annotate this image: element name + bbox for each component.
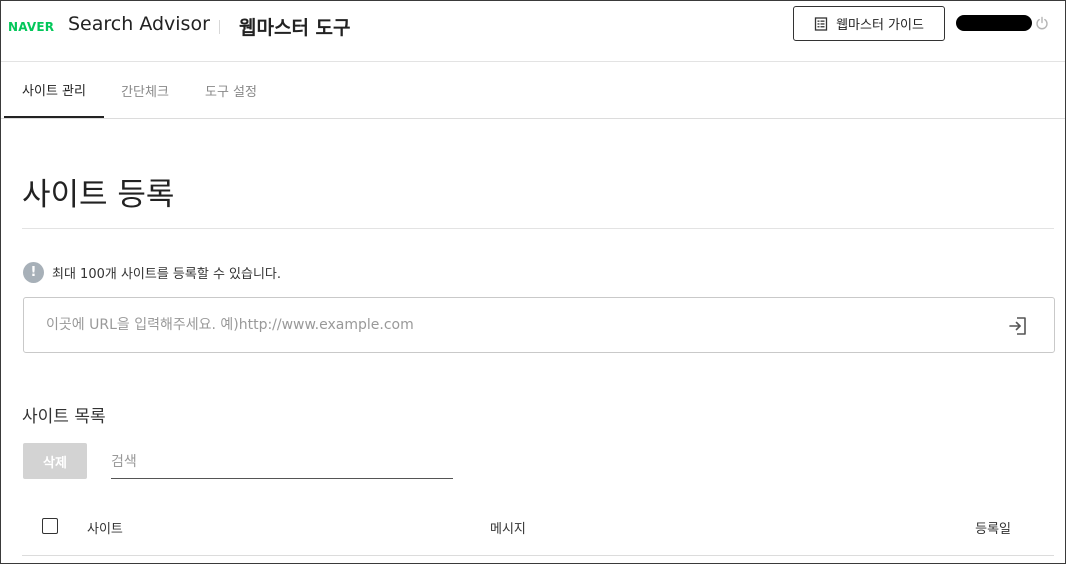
column-header-message: 메시지 bbox=[490, 522, 526, 537]
main-tabs: 사이트 관리 간단체크 도구 설정 bbox=[1, 62, 1065, 119]
section-divider bbox=[22, 228, 1054, 229]
tab-site-management[interactable]: 사이트 관리 bbox=[4, 62, 104, 118]
site-limit-notice: ! 최대 100개 사이트를 등록할 수 있습니다. bbox=[23, 262, 281, 283]
document-list-icon bbox=[814, 16, 828, 31]
top-header: NAVER Search Advisor 웹마스터 도구 웹마스터 가이드 bbox=[1, 1, 1065, 62]
page-title: 사이트 등록 bbox=[22, 177, 175, 213]
search-input[interactable] bbox=[111, 445, 453, 479]
url-input[interactable] bbox=[46, 298, 986, 352]
service-name[interactable]: Search Advisor bbox=[68, 13, 210, 35]
header-divider bbox=[219, 20, 220, 34]
user-account-name-redacted[interactable] bbox=[956, 15, 1032, 31]
tab-simple-check[interactable]: 간단체크 bbox=[104, 62, 186, 118]
webmaster-tools-window: NAVER Search Advisor 웹마스터 도구 웹마스터 가이드 사이… bbox=[0, 0, 1066, 564]
page-subtitle[interactable]: 웹마스터 도구 bbox=[239, 13, 351, 40]
naver-logo[interactable]: NAVER bbox=[8, 20, 54, 34]
column-header-registered-date: 등록일 bbox=[975, 522, 1011, 537]
enter-submit-icon[interactable] bbox=[1007, 315, 1029, 337]
info-icon: ! bbox=[23, 262, 44, 283]
tab-tool-settings[interactable]: 도구 설정 bbox=[186, 62, 276, 118]
site-table-header: 사이트 메시지 등록일 bbox=[22, 501, 1054, 556]
site-list-title: 사이트 목록 bbox=[22, 407, 106, 427]
select-all-checkbox[interactable] bbox=[42, 518, 58, 534]
power-icon[interactable] bbox=[1035, 16, 1049, 30]
column-header-site: 사이트 bbox=[87, 522, 123, 537]
notice-text: 최대 100개 사이트를 등록할 수 있습니다. bbox=[52, 267, 282, 282]
delete-button[interactable]: 삭제 bbox=[23, 443, 87, 479]
webmaster-guide-button[interactable]: 웹마스터 가이드 bbox=[793, 6, 945, 41]
webmaster-guide-label: 웹마스터 가이드 bbox=[836, 18, 924, 33]
url-register-box bbox=[23, 297, 1055, 353]
